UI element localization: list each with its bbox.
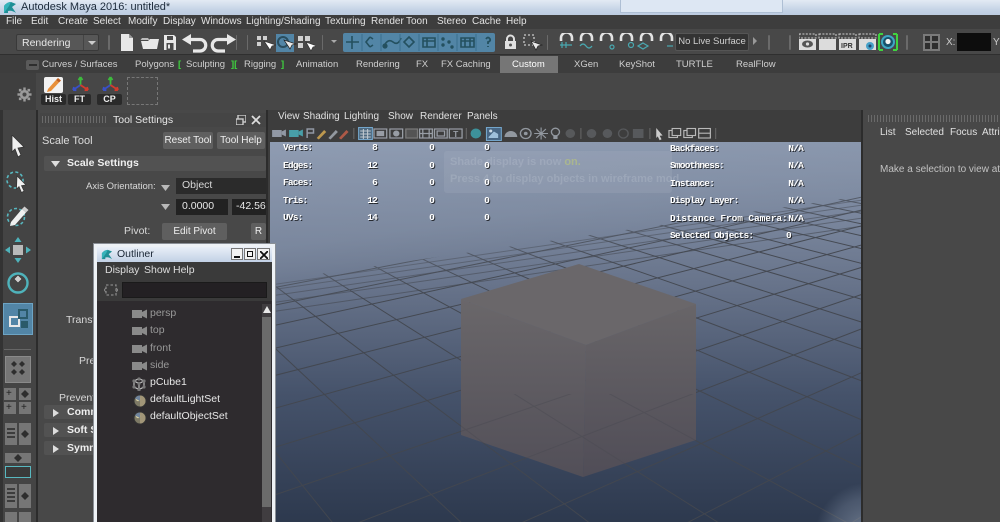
svg-text:IPR: IPR <box>841 43 853 50</box>
svg-text:T: T <box>453 130 458 139</box>
